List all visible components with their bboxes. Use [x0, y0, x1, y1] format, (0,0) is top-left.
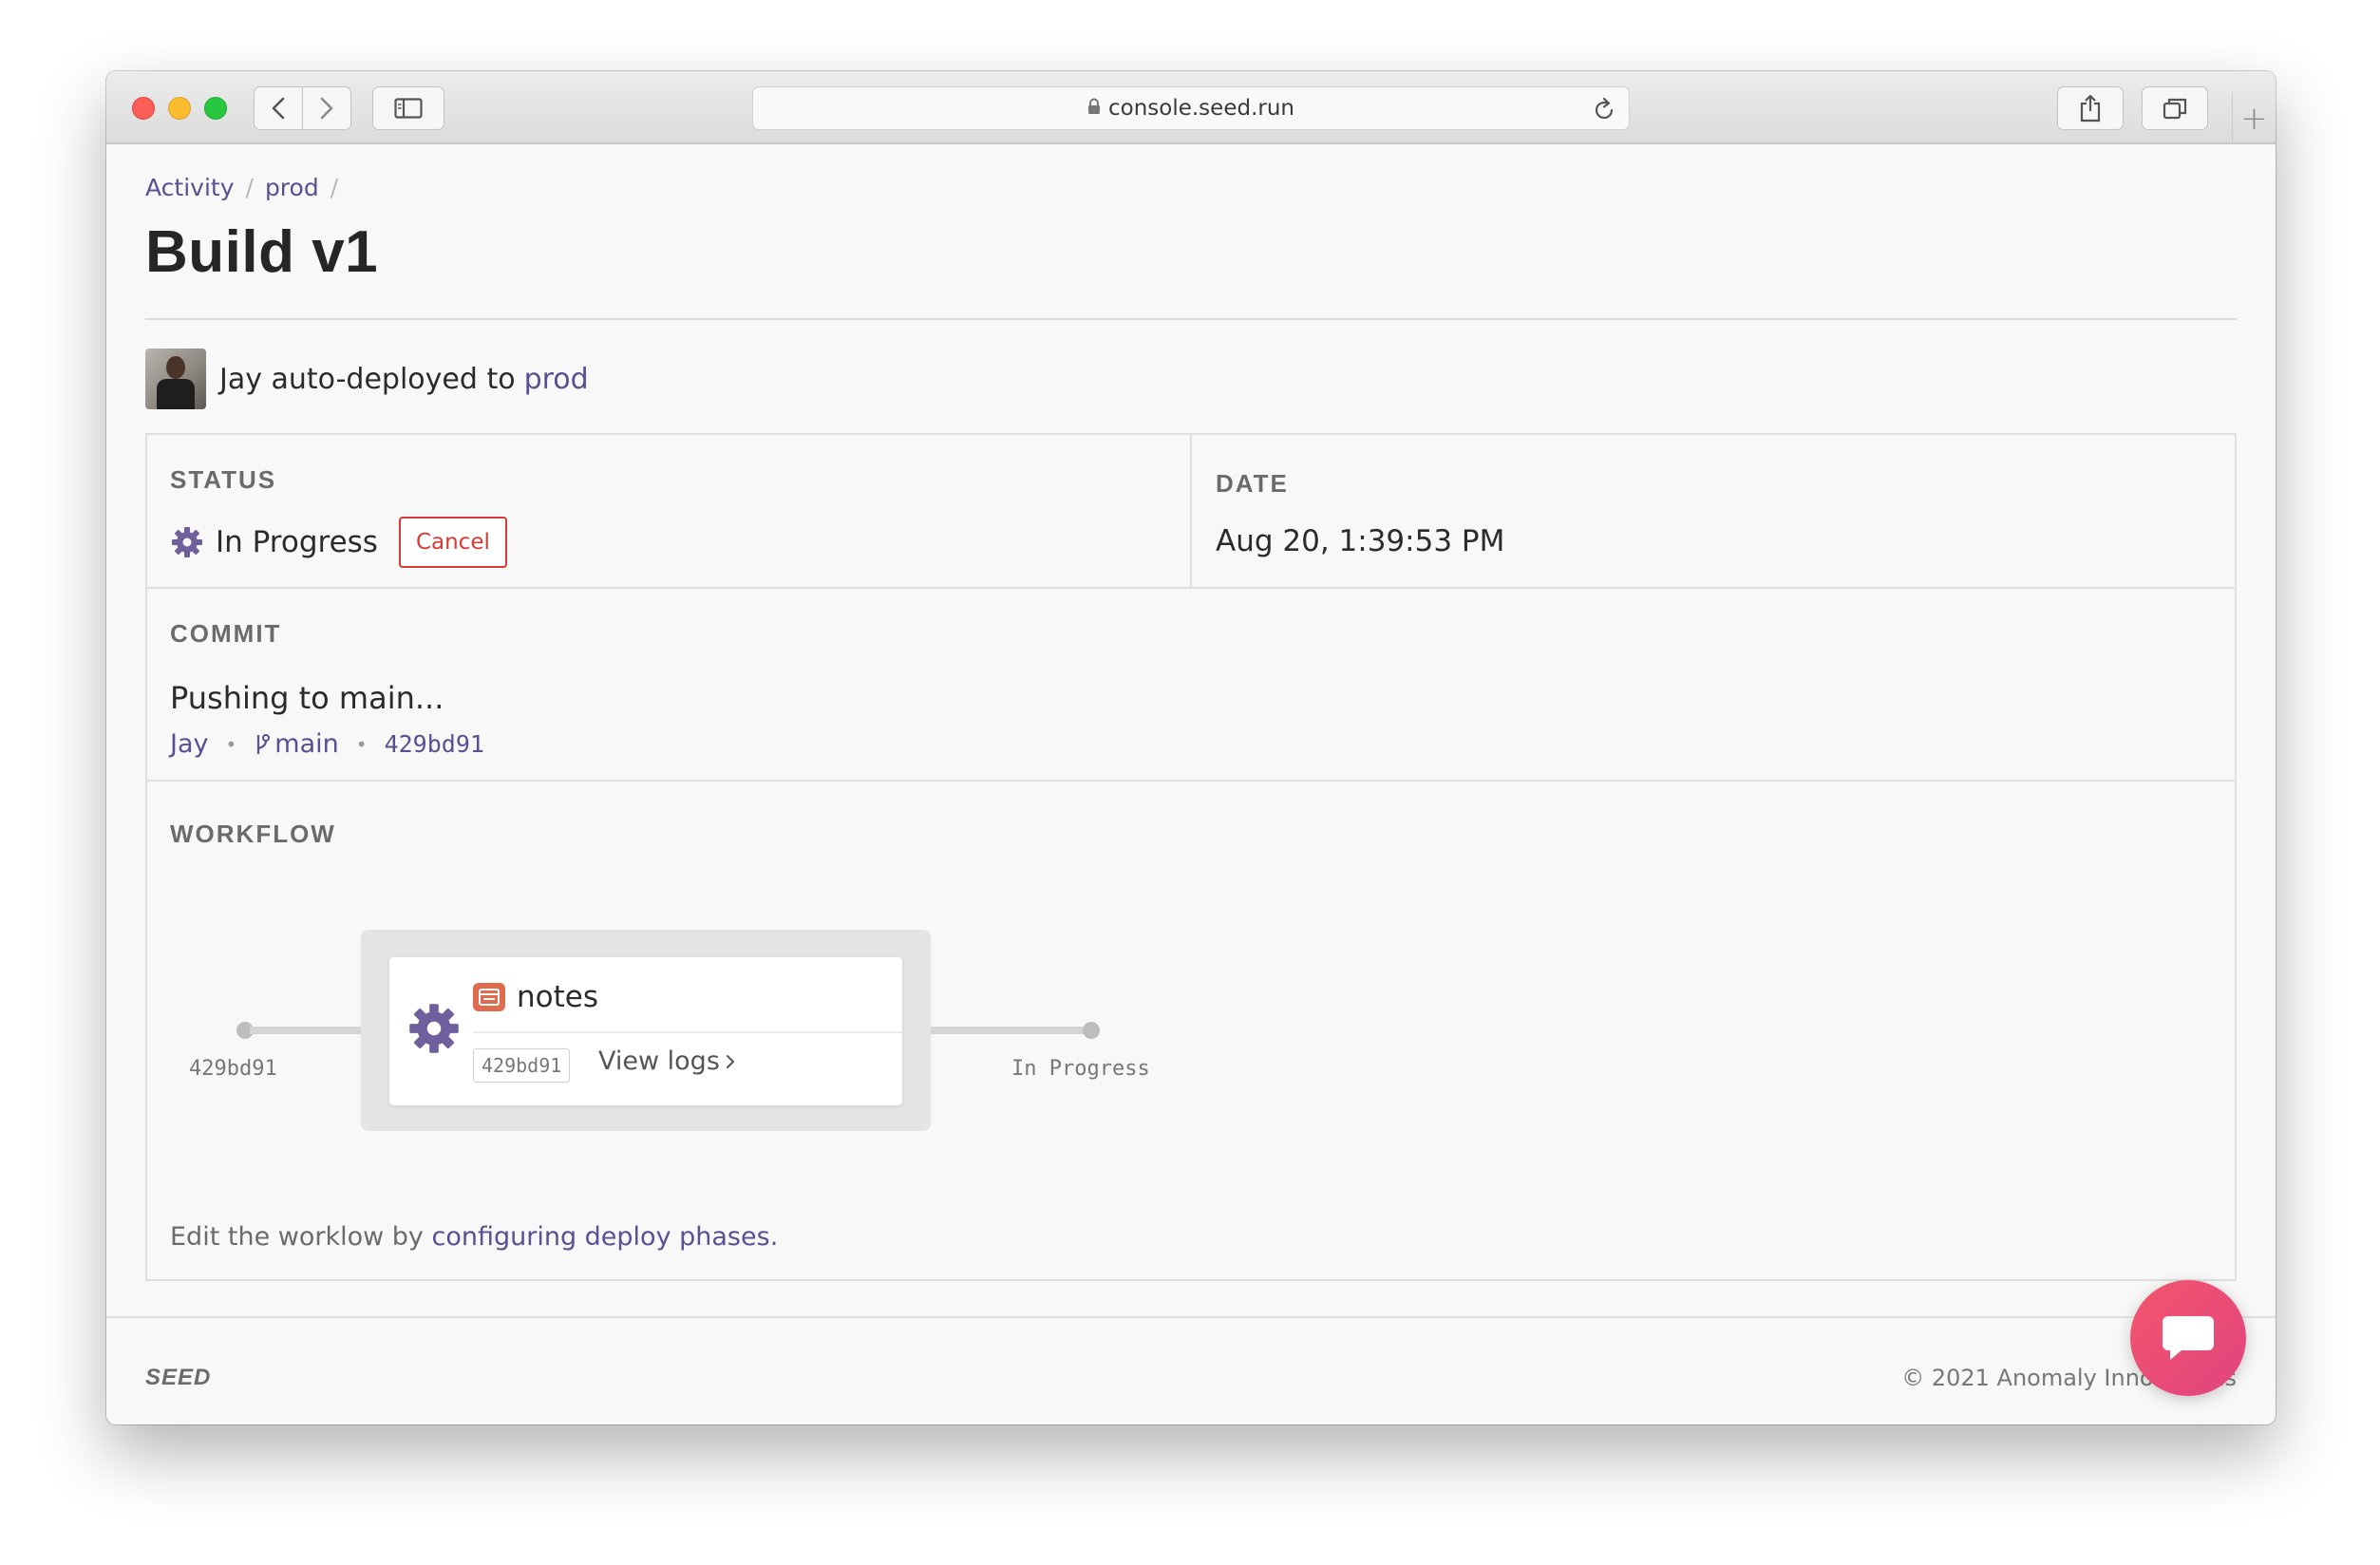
minimize-window-button[interactable] [168, 97, 191, 120]
avatar [145, 349, 206, 409]
sidebar-icon [394, 98, 423, 119]
breadcrumb-separator: / [330, 174, 339, 201]
commit-meta: Jay • main • 429bd91 [170, 729, 484, 759]
breadcrumb-separator: / [245, 174, 254, 201]
status-label: STATUS [170, 465, 277, 494]
footer-divider [106, 1316, 2276, 1318]
stage-link[interactable]: prod [524, 363, 589, 396]
address-bar[interactable]: console.seed.run [752, 86, 1630, 130]
chevron-left-icon [272, 97, 285, 120]
meta-separator-dot: • [355, 732, 368, 756]
commit-message: Pushing to main... [170, 680, 444, 716]
zoom-window-button[interactable] [204, 97, 227, 120]
plus-icon: + [2240, 99, 2268, 138]
date-label: DATE [1216, 469, 1289, 498]
commit-author[interactable]: Jay [170, 729, 209, 759]
share-icon [2080, 94, 2101, 123]
share-button[interactable] [2057, 86, 2124, 130]
workflow-start-label: 429bd91 [189, 1057, 277, 1081]
configure-deploy-phases-link[interactable]: configuring deploy phases [432, 1222, 770, 1252]
workflow-row: WORKFLOW 429bd91 notes 429bd91 View logs… [147, 782, 2235, 1281]
service-hash-badge: 429bd91 [473, 1048, 571, 1083]
back-button[interactable] [254, 86, 303, 130]
breadcrumb-prod[interactable]: prod [265, 174, 319, 201]
new-tab-button[interactable]: + [2232, 92, 2276, 144]
date-value: Aug 20, 1:39:53 PM [1216, 524, 1505, 558]
browser-window: console.seed.run + Activity / prod / Bui… [106, 71, 2276, 1424]
forward-button[interactable] [302, 86, 351, 130]
status-line: In Progress Cancel [170, 517, 507, 568]
footer-logo[interactable]: SEED [145, 1365, 211, 1391]
sidebar-toggle-button[interactable] [372, 86, 444, 130]
browser-toolbar: console.seed.run + [106, 71, 2276, 144]
commit-label: COMMIT [170, 619, 282, 648]
status-date-row: STATUS In Progress Cancel DATE Aug 20, 1… [147, 435, 2235, 589]
workflow-hint-suffix: . [769, 1222, 779, 1252]
status-cell: STATUS In Progress Cancel [147, 435, 1192, 587]
reload-icon[interactable] [1593, 97, 1615, 127]
service-name[interactable]: notes [517, 980, 598, 1014]
chat-launcher-button[interactable] [2130, 1280, 2246, 1396]
workflow-hint: Edit the worklow by configuring deploy p… [170, 1222, 778, 1252]
view-logs-label: View logs [598, 1046, 720, 1076]
meta-separator-dot: • [225, 732, 237, 756]
date-cell: DATE Aug 20, 1:39:53 PM [1192, 435, 2237, 587]
close-window-button[interactable] [132, 97, 155, 120]
git-branch-icon [257, 733, 271, 754]
workflow-end-node [1083, 1022, 1100, 1039]
lock-icon [1087, 96, 1101, 121]
gear-icon [406, 1001, 462, 1060]
breadcrumb: Activity / prod / [145, 174, 338, 201]
service-card[interactable]: notes 429bd91 View logs [389, 957, 902, 1105]
url-text: console.seed.run [1107, 96, 1294, 121]
card-divider [473, 1031, 902, 1033]
tab-overview-button[interactable] [2142, 86, 2208, 130]
commit-hash[interactable]: 429bd91 [385, 730, 484, 758]
build-details-panel: STATUS In Progress Cancel DATE Aug 20, 1… [145, 433, 2237, 1281]
breadcrumb-activity[interactable]: Activity [145, 174, 235, 201]
title-divider [145, 318, 2237, 320]
chevron-right-icon [320, 97, 333, 120]
status-value: In Progress [216, 525, 378, 559]
workflow-label: WORKFLOW [170, 820, 336, 848]
view-logs-link[interactable]: View logs [598, 1046, 735, 1076]
chat-bubble-icon [2163, 1316, 2214, 1360]
chevron-right-icon [726, 1054, 734, 1068]
workflow-end-label: In Progress [1011, 1057, 1150, 1081]
service-header: notes [473, 980, 598, 1014]
commit-row: COMMIT Pushing to main... Jay • main • 4… [147, 589, 2235, 782]
gear-icon [172, 527, 202, 557]
workflow-hint-prefix: Edit the worklow by [170, 1222, 424, 1252]
deployer-text: Jay auto-deployed to [219, 362, 516, 396]
commit-branch[interactable]: main [274, 729, 338, 759]
workflow-connector-start [250, 1027, 364, 1034]
tabs-icon [2163, 98, 2187, 120]
deployer-line: Jay auto-deployed to prod [145, 349, 589, 409]
page-title: Build v1 [145, 219, 379, 285]
serverless-service-icon [473, 983, 505, 1011]
workflow-connector-end [931, 1027, 1092, 1034]
cancel-button[interactable]: Cancel [398, 517, 507, 568]
workflow-stage: notes 429bd91 View logs [361, 930, 931, 1131]
